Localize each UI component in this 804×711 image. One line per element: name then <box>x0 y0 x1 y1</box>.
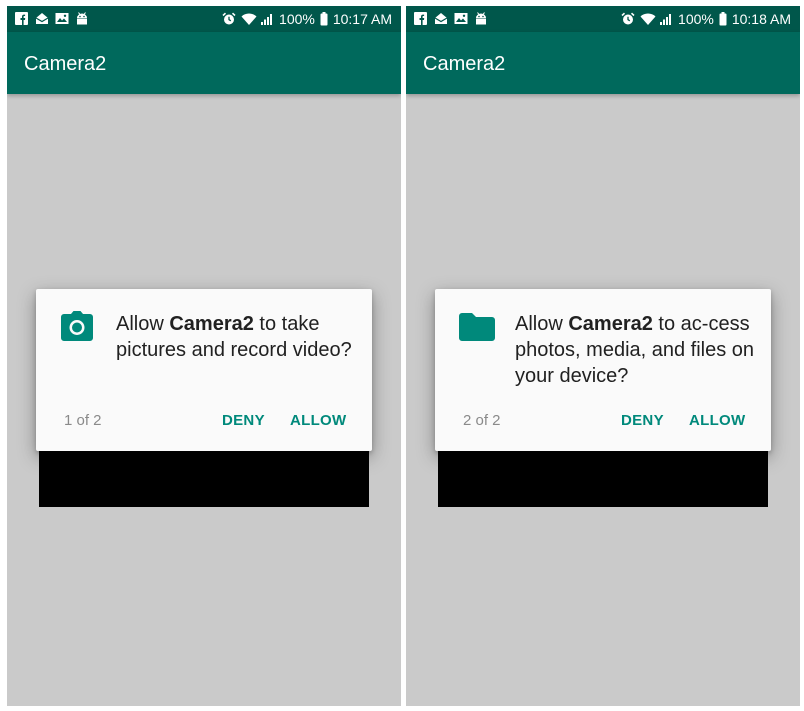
wifi-icon <box>241 12 257 26</box>
mail-icon <box>434 12 448 26</box>
android-icon <box>474 12 488 26</box>
allow-button[interactable]: ALLOW <box>689 412 745 429</box>
signal-icon <box>659 12 673 26</box>
allow-button[interactable]: ALLOW <box>290 412 346 429</box>
mail-icon <box>35 12 49 26</box>
message-prefix: Allow <box>515 313 569 335</box>
battery-icon <box>320 12 328 26</box>
image-icon <box>55 12 69 26</box>
dialog-counter: 1 of 2 <box>64 412 102 429</box>
battery-percent: 100% <box>678 11 714 27</box>
dialog-message: Allow Camera2 to take pictures and recor… <box>116 311 356 363</box>
app-title: Camera2 <box>24 53 107 75</box>
battery-icon <box>719 12 727 26</box>
camera-preview <box>39 450 369 507</box>
screen-camera-permission: 100% 10:17 AM Camera2 Allow Camera2 to t… <box>7 6 401 706</box>
deny-button[interactable]: DENY <box>222 412 265 429</box>
clock: 10:18 AM <box>731 11 791 27</box>
image-icon <box>454 12 468 26</box>
status-bar: 100% 10:17 AM <box>7 6 401 32</box>
android-icon <box>75 12 89 26</box>
camera-icon <box>60 311 96 347</box>
app-name: Camera2 <box>169 313 254 335</box>
message-prefix: Allow <box>116 313 170 335</box>
battery-percent: 100% <box>279 11 315 27</box>
status-bar: 100% 10:18 AM <box>406 6 800 32</box>
dialog-counter: 2 of 2 <box>463 412 501 429</box>
facebook-icon <box>414 12 428 26</box>
alarm-icon <box>621 12 635 26</box>
app-title: Camera2 <box>423 53 506 75</box>
facebook-icon <box>15 12 29 26</box>
app-bar: Camera2 <box>7 32 401 94</box>
camera-preview <box>438 450 768 507</box>
folder-icon <box>459 311 495 347</box>
signal-icon <box>260 12 274 26</box>
alarm-icon <box>222 12 236 26</box>
permission-dialog: Allow Camera2 to take pictures and recor… <box>36 289 372 451</box>
wifi-icon <box>640 12 656 26</box>
permission-dialog: Allow Camera2 to ac-cess photos, media, … <box>435 289 771 451</box>
clock: 10:17 AM <box>332 11 392 27</box>
screen-storage-permission: 100% 10:18 AM Camera2 Allow Camera2 to a… <box>406 6 800 706</box>
dialog-message: Allow Camera2 to ac-cess photos, media, … <box>515 311 755 389</box>
deny-button[interactable]: DENY <box>621 412 664 429</box>
app-bar: Camera2 <box>406 32 800 94</box>
app-name: Camera2 <box>568 313 653 335</box>
